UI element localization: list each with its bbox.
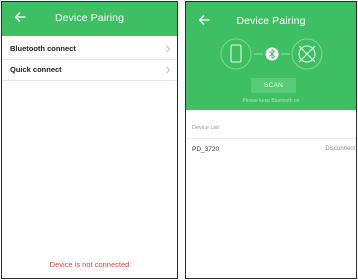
connection-status-text: Device is not connected [49, 260, 130, 269]
device-list-title: Device List [192, 125, 219, 131]
device-name: PD_3720 [192, 146, 220, 153]
disconnect-button[interactable]: Disconnect [325, 146, 355, 152]
pairing-illustration [220, 38, 323, 70]
bluetooth-icon [265, 47, 279, 61]
device-list-header: Device List [186, 120, 356, 139]
chevron-right-icon [166, 45, 171, 53]
page-title: Device Pairing [236, 15, 306, 27]
device-list-item[interactable]: PD_3720 Disconnect [186, 140, 356, 162]
menu-item-label: Bluetooth connect [10, 44, 76, 53]
phone-screen-pairing: Device Pairing SCAN Please keep Bluetoot… [185, 1, 357, 279]
menu-item-label: Quick connect [10, 65, 62, 74]
bluetooth-hint-text: Please keep Bluetooth on [242, 98, 300, 104]
phone-outline-icon [220, 38, 252, 70]
app-bar: Device Pairing [2, 2, 177, 36]
scan-button[interactable]: SCAN [251, 78, 296, 93]
menu-item-quick-connect[interactable]: Quick connect [2, 60, 177, 81]
phone-screen-unconnected: Device Pairing Bluetooth connect Quick c… [1, 1, 178, 279]
menu-item-bluetooth-connect[interactable]: Bluetooth connect [2, 39, 177, 60]
pairing-header: Device Pairing SCAN Please keep Bluetoot… [186, 2, 356, 110]
device-x-icon [291, 38, 323, 70]
chevron-right-icon [166, 66, 171, 74]
page-title: Device Pairing [54, 12, 125, 24]
